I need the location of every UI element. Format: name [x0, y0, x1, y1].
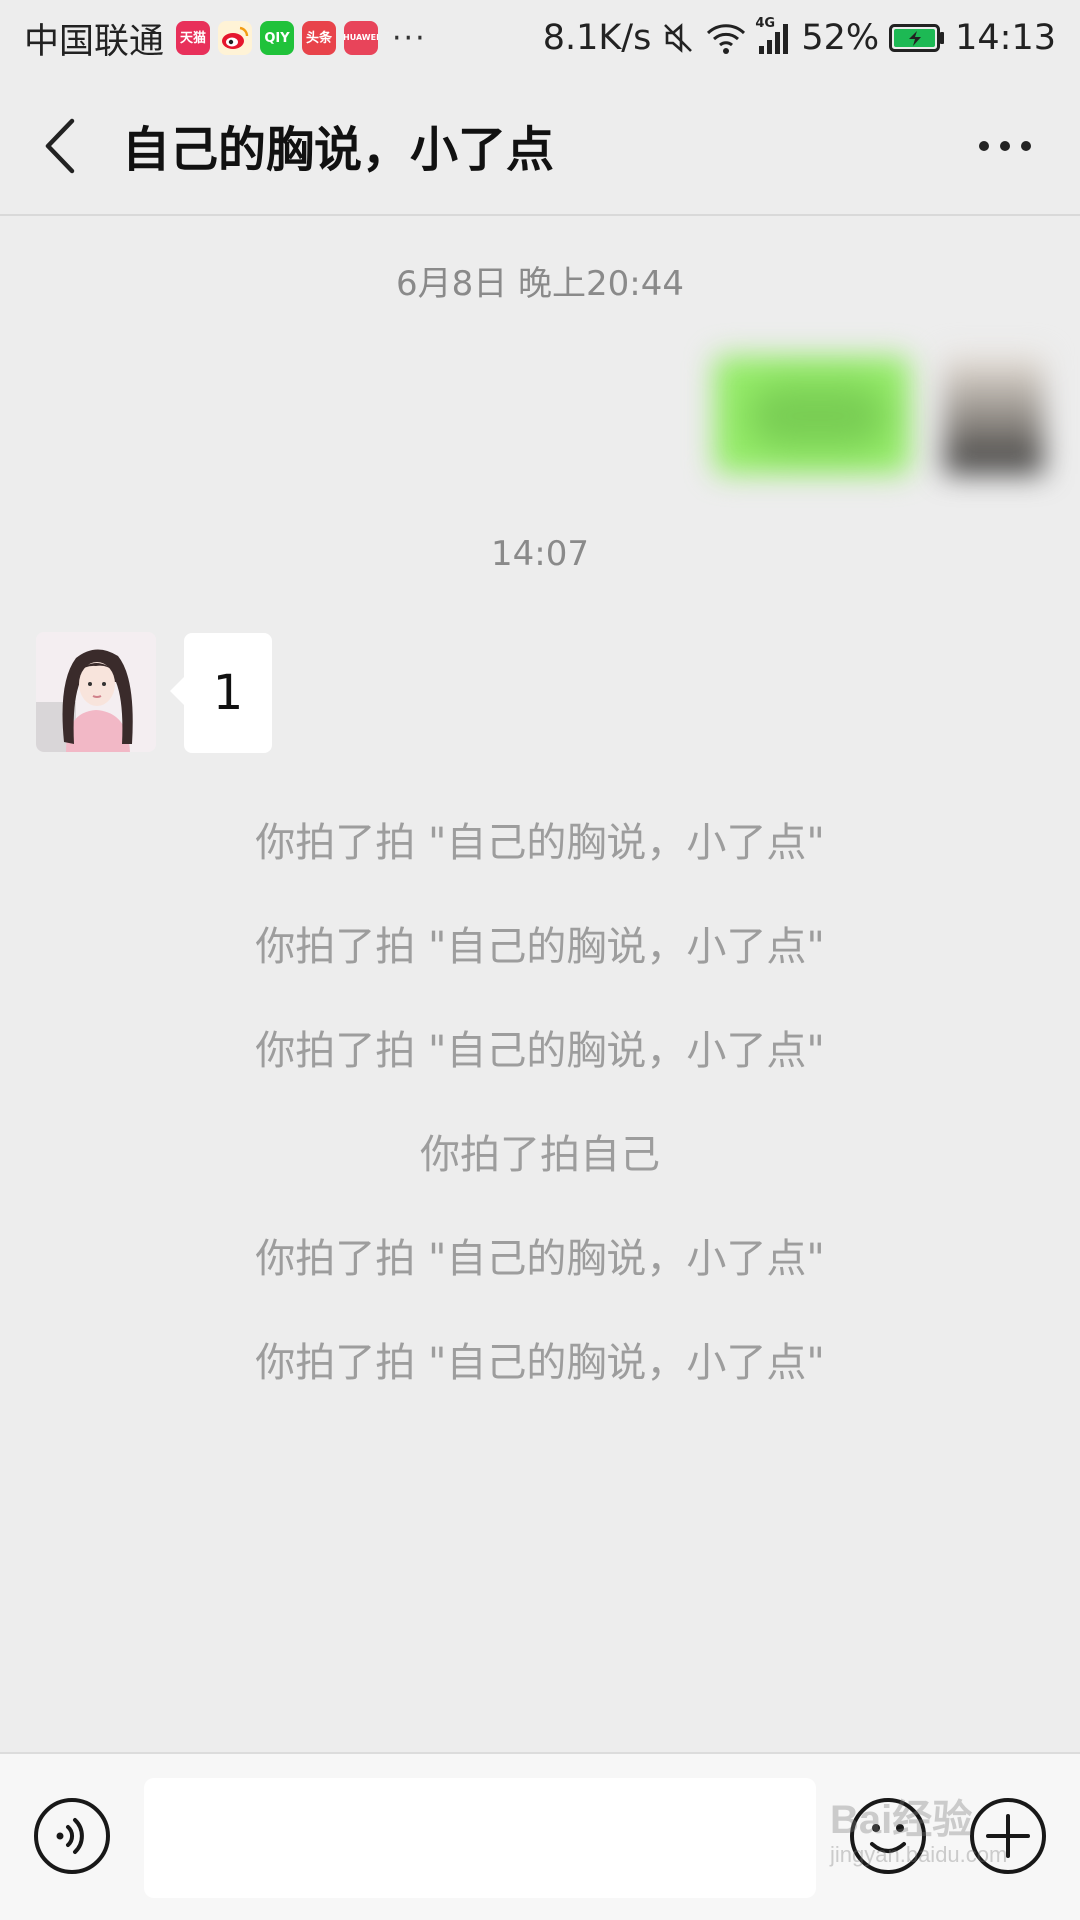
iqiyi-icon: QIY: [260, 21, 295, 55]
weibo-icon: [218, 21, 253, 55]
tmall-icon: 天猫: [176, 21, 211, 55]
status-bar-left: 中国联通 天猫 QIY 头条 HUAWEI ···: [24, 13, 427, 64]
watermark-brand: Bai经验: [830, 1798, 973, 1842]
system-message: 你拍了拍 "自己的胸说，小了点": [255, 1028, 825, 1074]
battery-percent: 52%: [801, 18, 880, 58]
carrier-name: 中国联通: [24, 21, 165, 62]
back-button[interactable]: [28, 106, 92, 186]
message-timestamp: 14:07: [491, 534, 589, 574]
incoming-message-text: 1: [212, 665, 244, 721]
message-timestamp: 6月8日 晚上20:44: [395, 264, 685, 304]
chat-options-button[interactable]: [970, 116, 1040, 176]
voice-input-button[interactable]: [32, 1796, 112, 1876]
baidu-jingyan-watermark: Bai经验 jingyan.baidu.com: [830, 1800, 1007, 1866]
battery-icon: [889, 24, 945, 52]
mute-icon: [664, 23, 693, 53]
chat-header: 自己的胸说，小了点: [0, 76, 1080, 216]
cellular-signal: 4G: [755, 16, 791, 54]
status-bar-right: 8.1K/s 4G 52% 14:13: [542, 16, 1056, 58]
wifi-icon: [707, 24, 746, 54]
chat-title: 自己的胸说，小了点: [122, 122, 555, 178]
system-message: 你拍了拍 "自己的胸说，小了点": [255, 1236, 825, 1282]
watermark-url: jingyan.baidu.com: [830, 1842, 1008, 1867]
signal-type-label: 4G: [755, 16, 776, 31]
more-horizontal-icon: [979, 141, 1031, 151]
toutiao-icon-label: 头条: [306, 30, 333, 46]
contact-avatar-image: [36, 632, 156, 752]
contact-avatar[interactable]: [36, 632, 156, 752]
huawei-store-icon-label: HUAWEI: [344, 33, 379, 42]
more-notifications-icon: ···: [392, 20, 427, 56]
outgoing-message-content-blurred: [748, 384, 888, 448]
incoming-message-bubble[interactable]: 1: [170, 633, 272, 753]
system-message: 你拍了拍自己: [420, 1132, 660, 1178]
iqiyi-icon-label: QIY: [264, 30, 290, 46]
weibo-glyph: [222, 26, 249, 49]
huawei-store-icon: HUAWEI: [344, 21, 379, 55]
toutiao-icon: 头条: [302, 21, 337, 55]
status-bar: 中国联通 天猫 QIY 头条 HUAWEI ··· 8.1K/s 4G 52% …: [0, 0, 1080, 76]
my-avatar-blurred[interactable]: [944, 356, 1044, 474]
system-message-list: 你拍了拍 "自己的胸说，小了点" 你拍了拍 "自己的胸说，小了点" 你拍了拍 "…: [0, 808, 1080, 1432]
network-speed: 8.1K/s: [542, 18, 652, 58]
system-message: 你拍了拍 "自己的胸说，小了点": [255, 1340, 825, 1386]
message-input[interactable]: [144, 1778, 816, 1898]
system-message: 你拍了拍 "自己的胸说，小了点": [255, 820, 825, 866]
system-message: 你拍了拍 "自己的胸说，小了点": [255, 924, 825, 970]
voice-icon: [34, 1798, 110, 1874]
clock: 14:13: [955, 18, 1056, 58]
tmall-icon-label: 天猫: [180, 30, 207, 46]
chevron-left-icon: [45, 118, 75, 174]
